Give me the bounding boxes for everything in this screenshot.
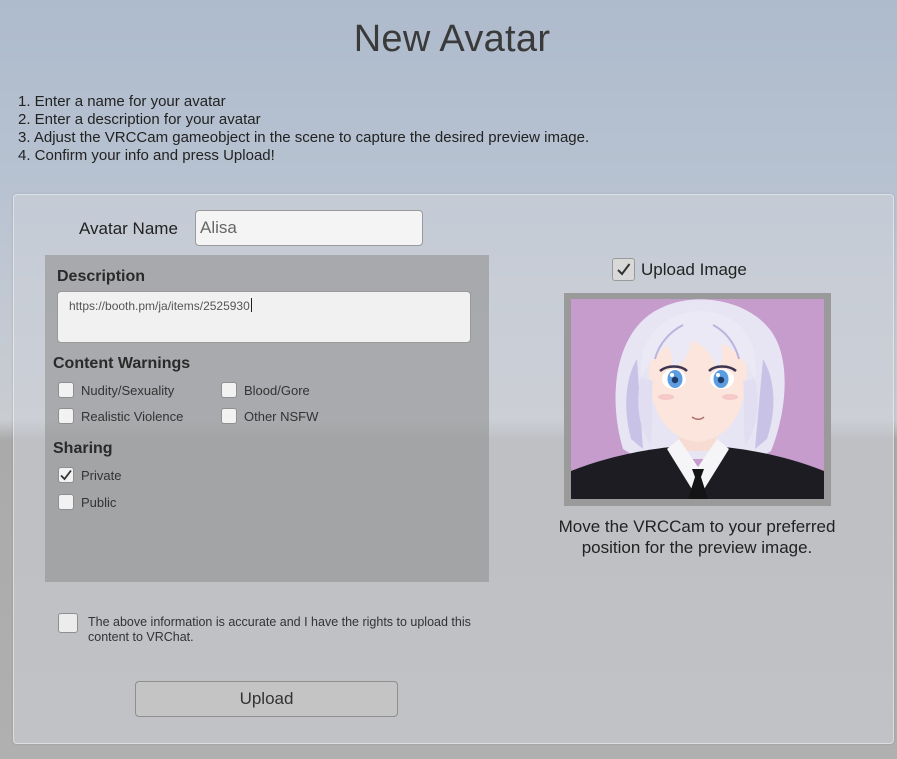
warning-gore-checkbox[interactable]: Blood/Gore: [221, 381, 310, 399]
warning-gore-label: Blood/Gore: [244, 382, 310, 398]
sharing-public-label: Public: [81, 494, 117, 510]
checkbox-box[interactable]: [221, 408, 237, 424]
description-title: Description: [57, 268, 146, 285]
instructions-list: 1. Enter a name for your avatar 2. Enter…: [18, 93, 589, 165]
warning-nsfw-label: Other NSFW: [244, 408, 319, 424]
avatar-preview-image: [571, 299, 824, 499]
instruction-step-4: 4. Confirm your info and press Upload!: [18, 147, 275, 164]
page-title: New Avatar: [353, 18, 551, 60]
checkmark-icon: [60, 469, 72, 481]
sharing-private-checkbox[interactable]: Private: [58, 466, 121, 484]
avatar-name-input[interactable]: Alisa: [195, 210, 423, 246]
sharing-private-label: Private: [81, 467, 122, 483]
checkbox-box[interactable]: [58, 494, 74, 510]
checkbox-box[interactable]: [58, 467, 74, 483]
confirm-rights-label: The above information is accurate and I …: [88, 615, 471, 644]
upload-image-label: Upload Image: [641, 259, 747, 279]
preview-caption: Move the VRCCam to your preferred positi…: [558, 517, 836, 557]
checkbox-box[interactable]: [58, 408, 74, 424]
upload-image-checkbox[interactable]: Upload Image: [612, 258, 747, 281]
checkbox-box[interactable]: [612, 258, 635, 281]
warning-violence-checkbox[interactable]: Realistic Violence: [58, 407, 183, 425]
warning-violence-label: Realistic Violence: [81, 408, 184, 424]
sharing-title: Sharing: [53, 440, 113, 457]
avatar-portrait: [571, 299, 824, 499]
confirm-rights-checkbox[interactable]: [58, 613, 78, 633]
upload-button[interactable]: Upload: [135, 681, 398, 717]
sharing-public-checkbox[interactable]: Public: [58, 493, 116, 511]
instruction-step-2: 2. Enter a description for your avatar: [18, 111, 261, 128]
text-caret: [250, 298, 252, 312]
checkbox-box[interactable]: [58, 382, 74, 398]
warning-nsfw-checkbox[interactable]: Other NSFW: [221, 407, 318, 425]
warning-nudity-label: Nudity/Sexuality: [81, 382, 175, 398]
warning-nudity-checkbox[interactable]: Nudity/Sexuality: [58, 381, 174, 399]
description-value: https://booth.pm/ja/items/2525930: [69, 299, 250, 313]
description-input[interactable]: https://booth.pm/ja/items/2525930: [57, 291, 471, 343]
checkmark-icon: [617, 263, 631, 276]
content-warnings-title: Content Warnings: [53, 355, 191, 372]
checkbox-box[interactable]: [221, 382, 237, 398]
instruction-step-1: 1. Enter a name for your avatar: [18, 93, 226, 110]
avatar-name-label: Avatar Name: [79, 219, 178, 238]
instruction-step-3: 3. Adjust the VRCCam gameobject in the s…: [18, 129, 590, 146]
